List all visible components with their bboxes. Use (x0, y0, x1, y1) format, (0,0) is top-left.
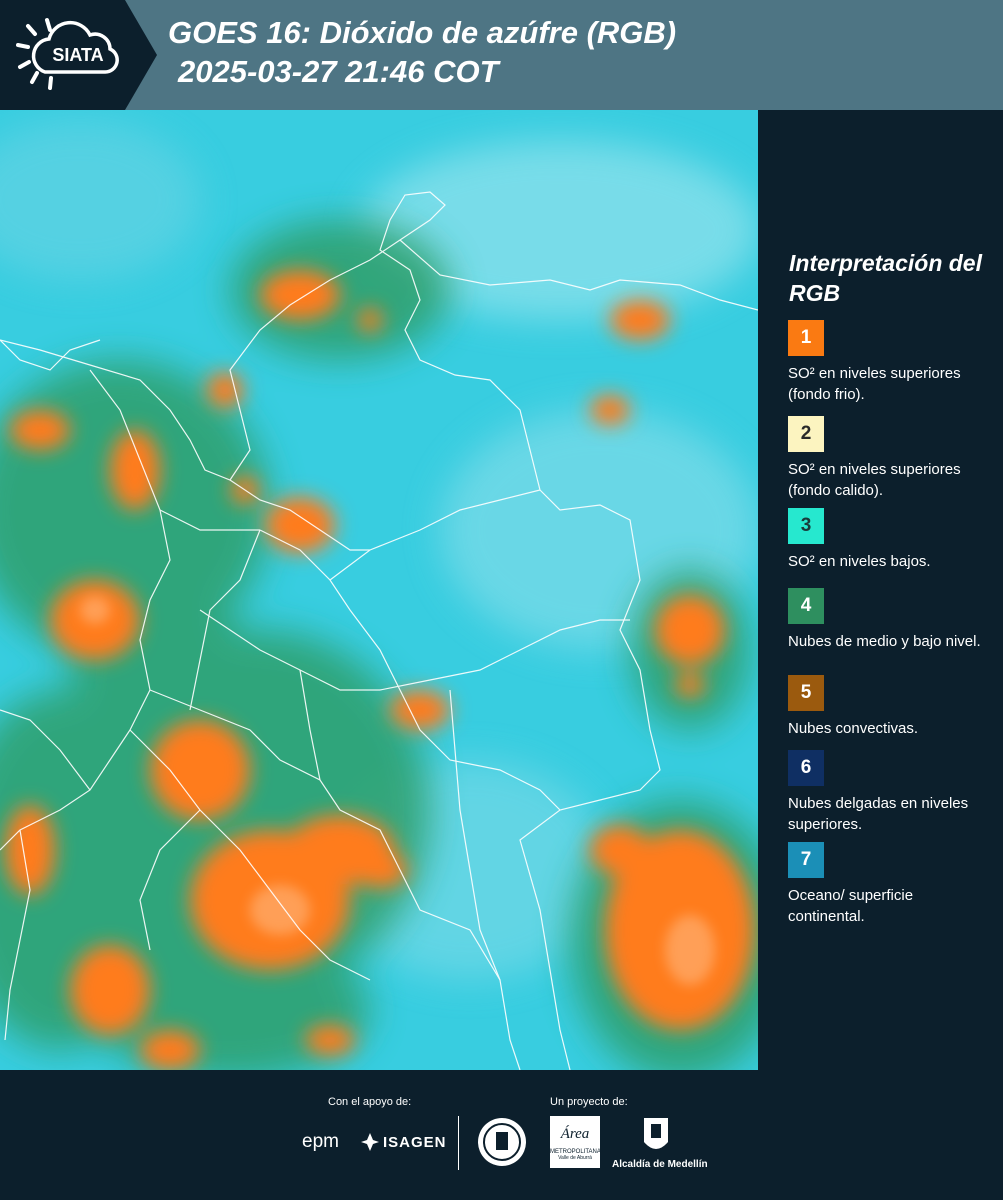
legend-label: Nubes de medio y bajo nivel. (788, 633, 981, 650)
isagen-icon (361, 1133, 379, 1151)
legend-swatch: 6 (788, 750, 824, 786)
epm-logo: epm (302, 1131, 339, 1152)
legend-item: 7 Oceano/ superficie continental. (788, 842, 993, 927)
alcaldia-text: Alcaldía de Medellín (612, 1159, 708, 1170)
coat-of-arms-icon (644, 1118, 668, 1149)
legend-swatch: 3 (788, 508, 824, 544)
support-label: Con el apoyo de: (328, 1096, 412, 1108)
legend-title: Interpretación del RGB (789, 250, 982, 306)
satellite-map (0, 110, 758, 1070)
seal-icon (478, 1118, 526, 1166)
title-timestamp: 2025-03-27 21:46 COT (178, 54, 499, 89)
legend-swatch: 1 (788, 320, 824, 356)
legend-item: 1 SO² en niveles superiores (fondo frio). (788, 320, 993, 405)
legend-label: Nubes delgadas en niveles superiores. (788, 795, 969, 833)
isagen-logo (360, 1132, 380, 1157)
legend-label: SO² en niveles bajos. (788, 553, 931, 570)
legend-label: SO² en niveles superiores (fondo frio). (788, 365, 961, 403)
legend-item: 6 Nubes delgadas en niveles superiores. (788, 750, 993, 835)
header-bar: SIATA GOES 16: Dióxido de azúfre (RGB) 2… (0, 0, 1003, 110)
legend-label: SO² en niveles superiores (fondo calido)… (788, 461, 961, 499)
footer-divider (458, 1116, 459, 1170)
legend-item: 2 SO² en niveles superiores (fondo calido… (788, 416, 993, 501)
legend-swatch: 4 (788, 588, 824, 624)
footer: Con el apoyo de: Un proyecto de: epm ISA… (0, 1070, 1003, 1200)
legend-panel: Interpretación del RGB 1 SO² en niveles s… (758, 110, 1003, 1070)
alcaldia-logo (642, 1116, 670, 1161)
title-product: GOES 16: Dióxido de azúfre (RGB) (168, 15, 677, 50)
legend-label: Nubes convectivas. (788, 720, 919, 737)
svg-text:SIATA: SIATA (52, 45, 103, 65)
area-subtitle-2: Valle de Aburrá (558, 1155, 592, 1161)
isagen-text: ISAGEN (383, 1134, 447, 1151)
legend-label: Oceano/ superficie continental. (788, 887, 914, 925)
medellin-seal (476, 1116, 528, 1173)
legend-swatch: 7 (788, 842, 824, 878)
siata-logo: SIATA (0, 0, 157, 110)
legend-item: 4 Nubes de medio y bajo nivel. (788, 588, 993, 652)
legend-item: 5 Nubes convectivas. (788, 675, 993, 739)
legend-swatch: 2 (788, 416, 824, 452)
legend-item: 3 SO² en niveles bajos. (788, 508, 993, 572)
area-title: Área (560, 1126, 590, 1142)
area-metropolitana-logo: Área METROPOLITANA Valle de Aburrá (550, 1116, 601, 1168)
legend-swatch: 5 (788, 675, 824, 711)
project-label: Un proyecto de: (550, 1096, 628, 1108)
